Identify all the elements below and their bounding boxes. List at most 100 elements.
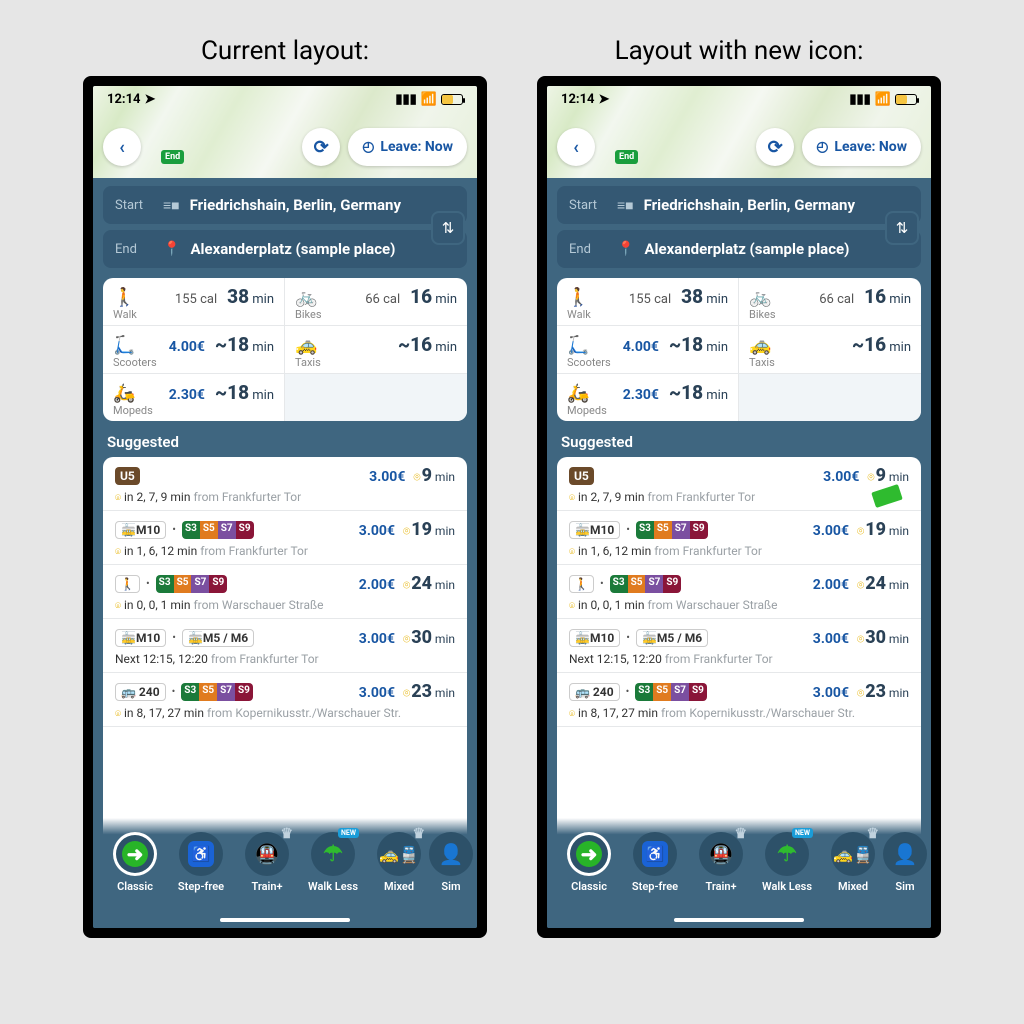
mode-cell-bikes[interactable]: 🚲 66 cal 16 min Bikes bbox=[739, 278, 921, 326]
mode-cell-taxis[interactable]: 🚕 ~16 min Taxis bbox=[739, 326, 921, 374]
mode-cell-mopeds[interactable]: 🛵 2.30€ ~18 min Mopeds bbox=[557, 374, 739, 421]
route-subtitle: ⌾ in 2, 7, 9 min from Frankfurter Tor bbox=[115, 490, 455, 504]
scooters-icon: 🛴 bbox=[113, 335, 133, 356]
status-time: 12:14 bbox=[107, 92, 141, 107]
sbahn-badges: S3S5S7S9 bbox=[635, 683, 707, 701]
home-indicator bbox=[674, 918, 804, 922]
battery-icon bbox=[895, 94, 917, 105]
back-button[interactable]: ‹ bbox=[103, 128, 141, 166]
tab-walk less[interactable]: NEW ☂ Walk Less bbox=[755, 832, 819, 893]
bottom-tabbar: ➜ Classic ♿ Step-free ♛ 🚇 Train+ NEW ☂ W… bbox=[93, 818, 477, 928]
route-subtitle: ⌾ in 1, 6, 12 min from Frankfurter Tor bbox=[569, 544, 909, 558]
tab-train+[interactable]: ♛ 🚇 Train+ bbox=[235, 832, 299, 893]
bus-badge: 🚌 240 bbox=[115, 683, 166, 701]
status-time: 12:14 bbox=[561, 92, 595, 107]
route-item[interactable]: U5 3.00€ ⌾ 9 min ⌾ in 2, 7, 9 min from F… bbox=[103, 457, 467, 511]
tab-label: Walk Less bbox=[762, 880, 812, 893]
swap-button[interactable]: ⇅ bbox=[431, 211, 465, 245]
mode-cell-mopeds[interactable]: 🛵 2.30€ ~18 min Mopeds bbox=[103, 374, 285, 421]
signal-icon: ▮▮▮ bbox=[395, 92, 416, 107]
tab-classic[interactable]: ➜ Classic bbox=[103, 832, 167, 893]
taxis-icon: 🚕 bbox=[749, 335, 769, 356]
suggested-heading: Suggested bbox=[107, 433, 463, 451]
mode-cell-scooters[interactable]: 🛴 4.00€ ~18 min Scooters bbox=[557, 326, 739, 374]
tab-sim[interactable]: 👤 Sim bbox=[887, 832, 923, 893]
walk-icon: 🚶 bbox=[569, 575, 594, 593]
list-icon: ≡■ bbox=[617, 197, 634, 214]
tab-walk less[interactable]: NEW ☂ Walk Less bbox=[301, 832, 365, 893]
route-price: 3.00€ bbox=[359, 523, 395, 539]
route-price: 3.00€ bbox=[369, 469, 405, 485]
refresh-button[interactable]: ⟳ bbox=[302, 128, 340, 166]
map-header: 12:14➤ ▮▮▮ 📶 End ‹ ⟳ ◴ Leave: Now bbox=[547, 86, 931, 178]
phone-frame: 12:14➤ ▮▮▮ 📶 End ‹ ⟳ ◴ Leave: Now Start … bbox=[537, 76, 941, 938]
tab-mixed[interactable]: ♛ 🚕🚆 Mixed bbox=[821, 832, 885, 893]
pin-icon: 📍 bbox=[163, 241, 180, 257]
route-price: 2.00€ bbox=[359, 577, 395, 593]
tab-label: Classic bbox=[117, 880, 153, 893]
route-subtitle: ⌾ in 2, 7, 9 min from Frankfurter Tor bbox=[569, 490, 909, 504]
tram-badge: 🚋M10 bbox=[569, 629, 620, 647]
tram-badge: 🚋M10 bbox=[569, 521, 620, 539]
route-item[interactable]: 🚋M10•S3S5S7S9 3.00€ ⌾ 19 min ⌾ in 1, 6, … bbox=[557, 511, 921, 565]
route-item[interactable]: 🚋M10•S3S5S7S9 3.00€ ⌾ 19 min ⌾ in 1, 6, … bbox=[103, 511, 467, 565]
tab-label: Step-free bbox=[178, 880, 224, 893]
swap-button[interactable]: ⇅ bbox=[885, 211, 919, 245]
crown-icon: ♛ bbox=[280, 826, 293, 842]
sbahn-badges: S3S5S7S9 bbox=[182, 521, 254, 539]
list-icon: ≡■ bbox=[163, 197, 180, 214]
leave-label: Leave: Now bbox=[834, 139, 907, 155]
phone-frame: 12:14➤ ▮▮▮ 📶 End ‹ ⟳ ◴ Leave: Now Start … bbox=[83, 76, 487, 938]
tab-classic[interactable]: ➜ Classic bbox=[557, 832, 621, 893]
mode-label: Walk bbox=[567, 308, 728, 321]
tab-label: Classic bbox=[571, 880, 607, 893]
tab-step-free[interactable]: ♿ Step-free bbox=[623, 832, 687, 893]
walk-icon: 🚶 bbox=[113, 287, 133, 308]
refresh-button[interactable]: ⟳ bbox=[756, 128, 794, 166]
mode-label: Bikes bbox=[295, 308, 457, 321]
leave-label: Leave: Now bbox=[380, 139, 453, 155]
new-badge: NEW bbox=[792, 828, 813, 838]
route-item[interactable]: U5 3.00€ ⌾ 9 min ⌾ in 2, 7, 9 min from F… bbox=[557, 457, 921, 511]
mode-label: Taxis bbox=[295, 356, 457, 369]
mode-cell-scooters[interactable]: 🛴 4.00€ ~18 min Scooters bbox=[103, 326, 285, 374]
mode-cell-walk[interactable]: 🚶 155 cal 38 min Walk bbox=[557, 278, 739, 326]
tab-label: Train+ bbox=[251, 880, 282, 893]
tab-sim[interactable]: 👤 Sim bbox=[433, 832, 469, 893]
back-button[interactable]: ‹ bbox=[557, 128, 595, 166]
route-item[interactable]: 🚌 240•S3S5S7S9 3.00€ ⌾ 23 min ⌾ in 8, 17… bbox=[103, 673, 467, 727]
start-field[interactable]: Start ≡■ Friedrichshain, Berlin, Germany bbox=[103, 186, 467, 224]
tab-train+[interactable]: ♛ 🚇 Train+ bbox=[689, 832, 753, 893]
mode-cell-walk[interactable]: 🚶 155 cal 38 min Walk bbox=[103, 278, 285, 326]
mopeds-icon: 🛵 bbox=[567, 383, 587, 404]
route-price: 3.00€ bbox=[813, 685, 849, 701]
end-field[interactable]: End 📍 Alexanderplatz (sample place) bbox=[103, 230, 467, 268]
route-price: 3.00€ bbox=[813, 523, 849, 539]
tab-label: Step-free bbox=[632, 880, 678, 893]
route-item[interactable]: 🚋M10•🚋M5 / M6 3.00€ ⌾ 30 min Next 12:15,… bbox=[103, 619, 467, 673]
mode-cell-bikes[interactable]: 🚲 66 cal 16 min Bikes bbox=[285, 278, 467, 326]
tab-step-free[interactable]: ♿ Step-free bbox=[169, 832, 233, 893]
start-field[interactable]: Start ≡■ Friedrichshain, Berlin, Germany bbox=[557, 186, 921, 224]
route-item[interactable]: 🚶•S3S5S7S9 2.00€ ⌾ 24 min ⌾ in 0, 0, 1 m… bbox=[103, 565, 467, 619]
pin-icon: 📍 bbox=[617, 241, 634, 257]
route-item[interactable]: 🚌 240•S3S5S7S9 3.00€ ⌾ 23 min ⌾ in 8, 17… bbox=[557, 673, 921, 727]
leave-time-button[interactable]: ◴ Leave: Now bbox=[802, 128, 921, 166]
end-field[interactable]: End 📍 Alexanderplatz (sample place) bbox=[557, 230, 921, 268]
wifi-icon: 📶 bbox=[875, 92, 891, 107]
route-price: 2.00€ bbox=[813, 577, 849, 593]
mopeds-icon: 🛵 bbox=[113, 383, 133, 404]
mode-label: Mopeds bbox=[113, 404, 274, 417]
route-subtitle: ⌾ in 8, 17, 27 min from Kopernikusstr./W… bbox=[569, 706, 909, 720]
mode-cell-taxis[interactable]: 🚕 ~16 min Taxis bbox=[285, 326, 467, 374]
sbahn-badges: S3S5S7S9 bbox=[156, 575, 228, 593]
tab-label: Mixed bbox=[838, 880, 868, 893]
tab-mixed[interactable]: ♛ 🚕🚆 Mixed bbox=[367, 832, 431, 893]
home-indicator bbox=[220, 918, 350, 922]
tab-label: Sim bbox=[441, 880, 460, 893]
route-item[interactable]: 🚶•S3S5S7S9 2.00€ ⌾ 24 min ⌾ in 0, 0, 1 m… bbox=[557, 565, 921, 619]
route-subtitle: Next 12:15, 12:20 from Frankfurter Tor bbox=[569, 652, 909, 666]
route-item[interactable]: 🚋M10•🚋M5 / M6 3.00€ ⌾ 30 min Next 12:15,… bbox=[557, 619, 921, 673]
leave-time-button[interactable]: ◴ Leave: Now bbox=[348, 128, 467, 166]
map-header: 12:14➤ ▮▮▮ 📶 End ‹ ⟳ ◴ Leave: Now bbox=[93, 86, 477, 178]
